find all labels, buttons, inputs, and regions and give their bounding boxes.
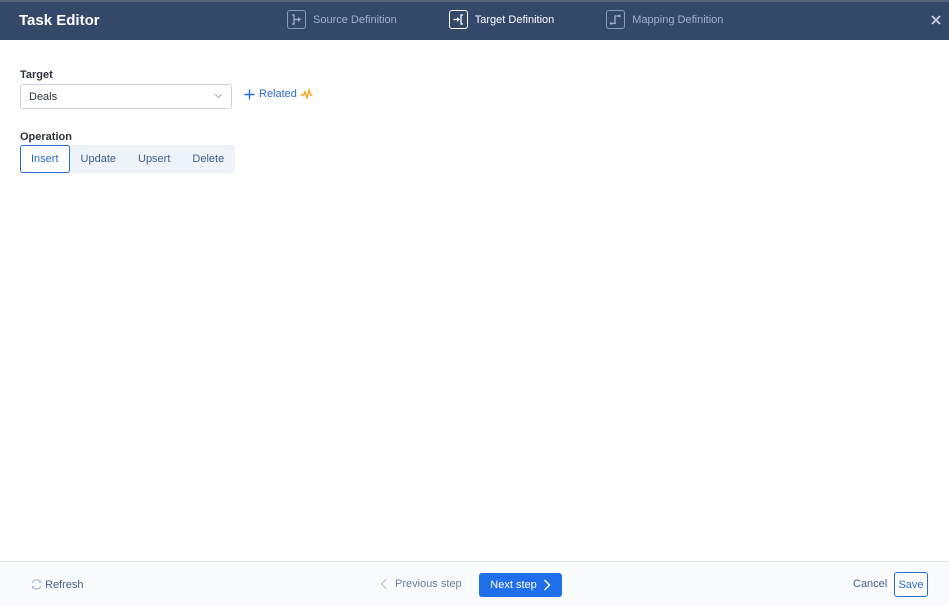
chevron-down-icon: [214, 93, 223, 99]
save-button[interactable]: Save: [894, 572, 928, 597]
plus-icon: [244, 89, 255, 99]
next-step-label: Next step: [490, 579, 537, 591]
step-label: Target Definition: [474, 13, 555, 26]
target-select-value: Deals: [29, 91, 58, 103]
target-label: Target: [20, 69, 53, 81]
footer-bar: Refresh Previous step Next step Cancel S…: [0, 561, 949, 605]
mapping-definition-icon: [606, 10, 626, 29]
related-label: Related: [259, 88, 297, 100]
next-step-button[interactable]: Next step: [479, 573, 562, 597]
operation-delete[interactable]: Delete: [181, 145, 235, 173]
chevron-left-icon: [380, 578, 387, 590]
add-related-button[interactable]: Related: [244, 88, 313, 100]
close-icon[interactable]: [929, 13, 943, 27]
step-label: Source Definition: [313, 13, 397, 26]
previous-step-label: Previous step: [395, 578, 462, 590]
operation-update[interactable]: Update: [70, 145, 127, 173]
refresh-button[interactable]: Refresh: [30, 578, 84, 591]
header-bar: Task Editor Source Definition Target Def…: [0, 2, 949, 40]
tab-source-definition[interactable]: Source Definition: [287, 10, 397, 29]
operation-insert[interactable]: Insert: [20, 145, 70, 173]
target-select[interactable]: Deals: [20, 84, 232, 109]
page-title: Task Editor: [19, 12, 100, 29]
tab-target-definition[interactable]: Target Definition: [448, 10, 555, 29]
refresh-icon: [31, 579, 42, 590]
step-label: Mapping Definition: [632, 13, 724, 26]
chevron-right-icon: [543, 579, 551, 591]
refresh-label: Refresh: [45, 578, 84, 591]
cancel-button[interactable]: Cancel: [853, 578, 887, 590]
operation-selector: Insert Update Upsert Delete: [20, 145, 236, 173]
main-content: [0, 40, 949, 561]
step-navigation: Source Definition Target Definition Mapp…: [287, 10, 775, 29]
operation-label: Operation: [20, 131, 72, 143]
target-definition-icon: [448, 10, 468, 29]
operation-upsert[interactable]: Upsert: [127, 145, 181, 173]
previous-step-button[interactable]: Previous step: [380, 578, 462, 590]
source-definition-icon: [287, 10, 306, 29]
tab-mapping-definition[interactable]: Mapping Definition: [606, 10, 723, 29]
pulse-icon: [300, 88, 313, 100]
